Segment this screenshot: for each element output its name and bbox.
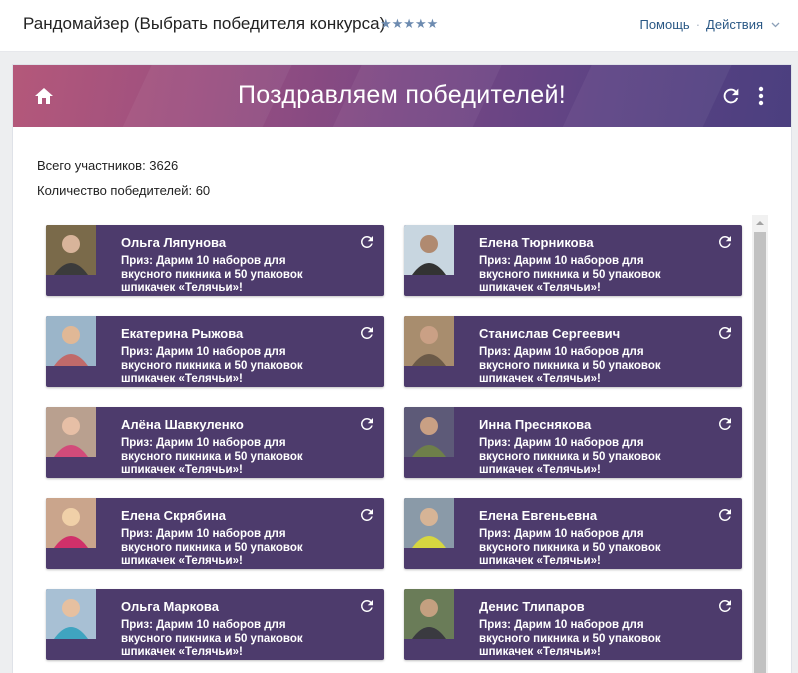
winner-prize: Приз: Дарим 10 наборов для вкусного пикн… [121, 346, 303, 385]
app-frame: Поздравляем победителей! Всего участнико… [12, 64, 792, 673]
avatar[interactable] [46, 589, 96, 639]
winner-prize: Приз: Дарим 10 наборов для вкусного пикн… [479, 437, 661, 476]
avatar[interactable] [404, 225, 454, 275]
winner-name[interactable]: Елена Скрябина [121, 508, 226, 523]
avatar[interactable] [404, 407, 454, 457]
winner-prize: Приз: Дарим 10 наборов для вкусного пикн… [479, 346, 661, 385]
avatar[interactable] [404, 316, 454, 366]
reroll-icon[interactable] [716, 597, 734, 615]
scroll-up-arrow[interactable] [752, 215, 768, 231]
actions-menu[interactable]: Действия [706, 17, 763, 32]
banner-title: Поздравляем победителей! [237, 81, 566, 109]
winner-card: Станислав Сергеевич Приз: Дарим 10 набор… [404, 316, 742, 387]
winner-name[interactable]: Алёна Шавкуленко [121, 417, 244, 432]
winners-count: Количество победителей: 60 [37, 183, 211, 198]
contest-stats: Всего участников: 3626 Количество победи… [37, 153, 210, 203]
winner-prize: Приз: Дарим 10 наборов для вкусного пикн… [479, 528, 661, 567]
links-separator: · [695, 17, 701, 32]
more-options-icon[interactable] [753, 85, 769, 107]
winner-card: Елена Евгеньевна Приз: Дарим 10 наборов … [404, 498, 742, 569]
chevron-up-icon[interactable] [756, 220, 764, 226]
winner-prize: Приз: Дарим 10 наборов для вкусного пикн… [479, 255, 661, 294]
reroll-icon[interactable] [358, 506, 376, 524]
avatar[interactable] [46, 225, 96, 275]
scrollbar[interactable] [752, 215, 768, 673]
winner-name[interactable]: Ольга Ляпунова [121, 235, 226, 250]
winner-prize: Приз: Дарим 10 наборов для вкусного пикн… [479, 619, 661, 658]
winner-name[interactable]: Елена Тюрникова [479, 235, 594, 250]
reroll-icon[interactable] [358, 233, 376, 251]
winner-name[interactable]: Станислав Сергеевич [479, 326, 620, 341]
winners-banner: Поздравляем победителей! [13, 65, 791, 127]
avatar[interactable] [46, 407, 96, 457]
avatar[interactable] [46, 316, 96, 366]
winner-name[interactable]: Екатерина Рыжова [121, 326, 243, 341]
winner-prize: Приз: Дарим 10 наборов для вкусного пикн… [121, 619, 303, 658]
header-links: Помощь · Действия [639, 17, 780, 32]
reroll-icon[interactable] [716, 415, 734, 433]
winner-prize: Приз: Дарим 10 наборов для вкусного пикн… [121, 528, 303, 567]
winner-card: Инна Преснякова Приз: Дарим 10 наборов д… [404, 407, 742, 478]
scroll-thumb[interactable] [754, 232, 766, 673]
reroll-icon[interactable] [716, 233, 734, 251]
winner-prize: Приз: Дарим 10 наборов для вкусного пикн… [121, 437, 303, 476]
avatar[interactable] [404, 498, 454, 548]
winner-card: Елена Тюрникова Приз: Дарим 10 наборов д… [404, 225, 742, 296]
participants-count: Всего участников: 3626 [37, 158, 179, 173]
reroll-icon[interactable] [358, 324, 376, 342]
winner-name[interactable]: Елена Евгеньевна [479, 508, 597, 523]
reroll-icon[interactable] [716, 324, 734, 342]
app-header: Рандомайзер (Выбрать победителя конкурса… [0, 0, 798, 52]
winner-card: Елена Скрябина Приз: Дарим 10 наборов дл… [46, 498, 384, 569]
refresh-icon[interactable] [720, 85, 742, 107]
reroll-icon[interactable] [358, 597, 376, 615]
help-link[interactable]: Помощь [639, 17, 689, 32]
winner-card: Ольга Маркова Приз: Дарим 10 наборов для… [46, 589, 384, 660]
winner-name[interactable]: Инна Преснякова [479, 417, 591, 432]
chevron-down-icon[interactable] [771, 22, 780, 28]
avatar[interactable] [46, 498, 96, 548]
winner-card: Денис Тлипаров Приз: Дарим 10 наборов дл… [404, 589, 742, 660]
reroll-icon[interactable] [716, 506, 734, 524]
app-title: Рандомайзер (Выбрать победителя конкурса… [23, 14, 386, 33]
avatar[interactable] [404, 589, 454, 639]
winner-card: Алёна Шавкуленко Приз: Дарим 10 наборов … [46, 407, 384, 478]
winner-name[interactable]: Ольга Маркова [121, 599, 219, 614]
reroll-icon[interactable] [358, 415, 376, 433]
winner-prize: Приз: Дарим 10 наборов для вкусного пикн… [121, 255, 303, 294]
winner-name[interactable]: Денис Тлипаров [479, 599, 585, 614]
rating-stars[interactable]: ★★★★★ [380, 16, 438, 32]
winner-card: Ольга Ляпунова Приз: Дарим 10 наборов дл… [46, 225, 384, 296]
winner-card: Екатерина Рыжова Приз: Дарим 10 наборов … [46, 316, 384, 387]
